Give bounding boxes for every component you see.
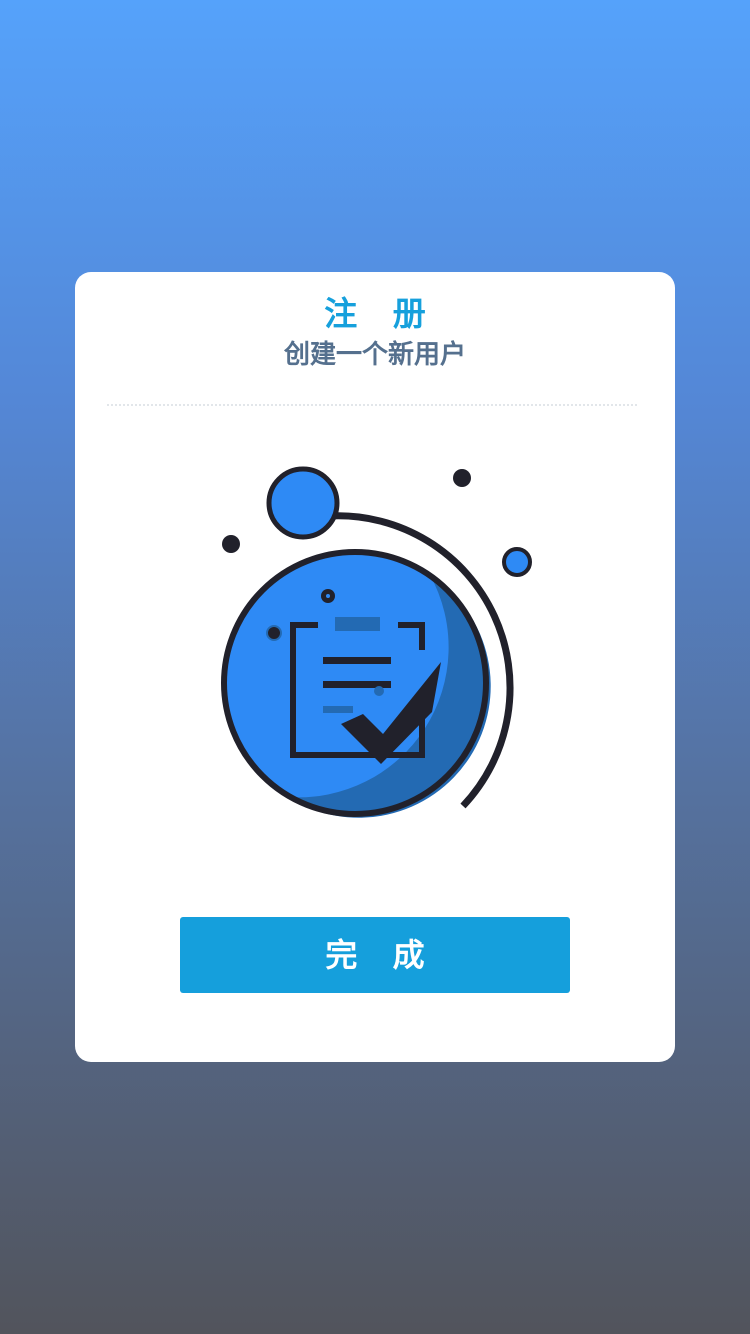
page-title: 注 册 (324, 294, 438, 333)
decor-planet-small (502, 547, 532, 577)
page-subtitle: 创建一个新用户 (283, 340, 466, 370)
clipboard-line (323, 706, 353, 713)
divider (107, 404, 637, 406)
decor-dot (453, 469, 471, 487)
clipboard-clip (335, 617, 380, 631)
decor-planet-large (266, 466, 340, 540)
done-button[interactable]: 完 成 (180, 917, 570, 993)
clipboard-line (323, 657, 391, 664)
decor-dot (266, 625, 282, 641)
decor-dot (222, 535, 240, 553)
registration-clipboard-check-icon (221, 466, 532, 818)
